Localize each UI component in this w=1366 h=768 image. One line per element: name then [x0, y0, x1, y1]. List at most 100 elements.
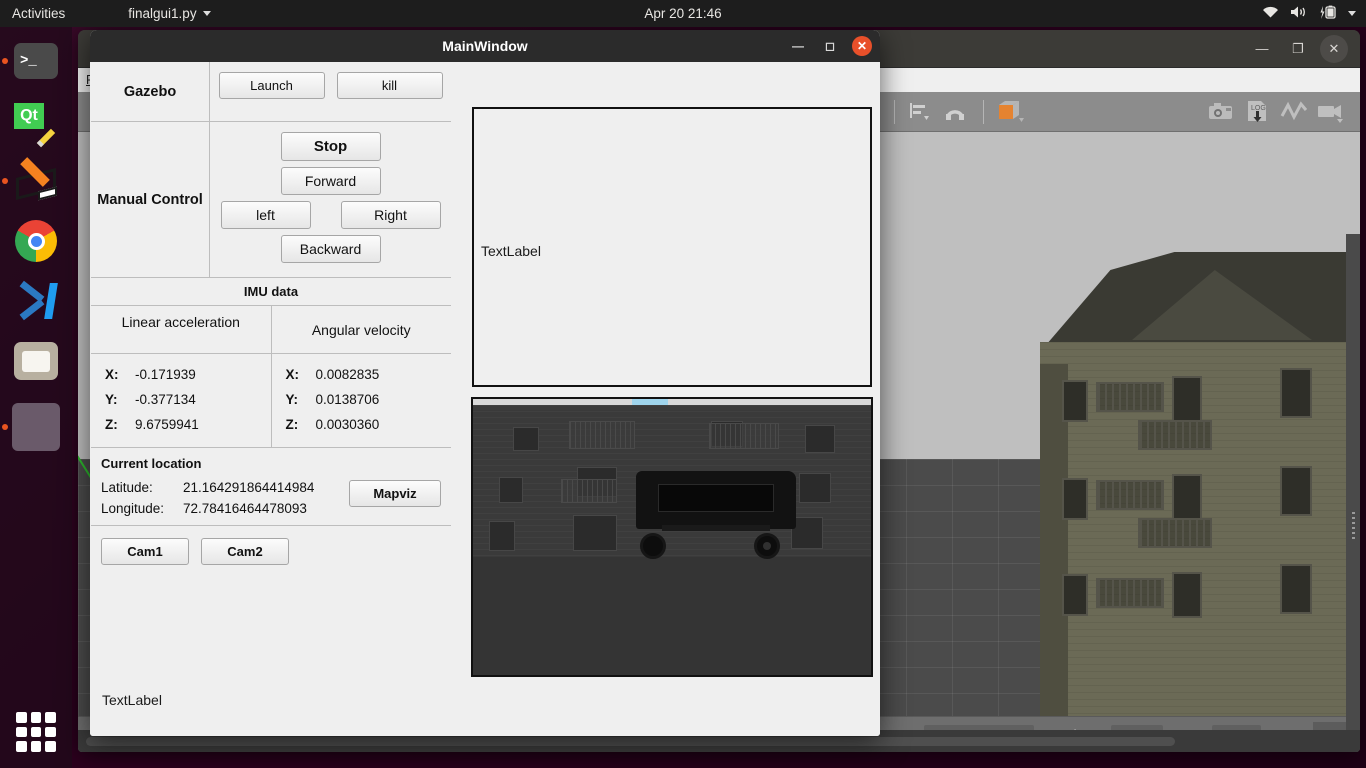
imu-angular-z-value: 0.0030360	[315, 417, 380, 432]
workspace-icon	[12, 403, 60, 451]
imu-angular-y-value: 0.0138706	[315, 392, 380, 407]
minimize-icon[interactable]: —	[788, 36, 808, 56]
system-topbar[interactable]: Activities finalgui1.py Apr 20 21:46	[0, 0, 1366, 27]
backward-button[interactable]: Backward	[280, 235, 381, 263]
imu-linear-z-axis: Z:	[105, 417, 118, 432]
launch-button[interactable]: Launch	[218, 72, 325, 99]
files-icon	[14, 342, 58, 380]
imu-angular-y-row: Y: 0.0138706	[272, 387, 452, 412]
mainwindow-titlebar[interactable]: MainWindow — ◻ ✕	[90, 30, 880, 62]
gazebo-restore-icon[interactable]: ❐	[1284, 35, 1312, 63]
video-record-icon[interactable]	[1315, 99, 1345, 125]
longitude-value: 72.78416464478093	[183, 501, 307, 516]
latitude-label: Latitude:	[101, 480, 153, 495]
close-icon[interactable]: ✕	[852, 36, 872, 56]
stop-button[interactable]: Stop	[280, 132, 381, 161]
dock-item-workspace[interactable]	[2, 403, 60, 451]
gazebo-minimize-icon[interactable]: —	[1248, 35, 1276, 63]
running-indicator	[2, 178, 8, 184]
terminal-icon: >_	[14, 43, 58, 79]
show-applications-icon[interactable]	[16, 712, 56, 752]
chrome-icon	[15, 220, 57, 262]
dock-item-files[interactable]	[12, 337, 60, 385]
left-button[interactable]: left	[220, 201, 311, 229]
imu-table: Linear acceleration X: -0.171939 Y: -0.3…	[91, 306, 451, 448]
imu-angular-x-axis: X:	[285, 367, 300, 382]
latitude-value: 21.164291864414984	[183, 480, 315, 495]
manual-control-group: Manual Control Stop Forward left Right B…	[91, 122, 451, 278]
dock-item-gazebo[interactable]	[2, 157, 60, 205]
mainwindow-body: Gazebo Launch kill Manual Control Stop F…	[90, 62, 880, 736]
control-column: Gazebo Launch kill Manual Control Stop F…	[91, 62, 451, 565]
imu-linear-y-value: -0.377134	[135, 392, 196, 407]
gazebo-close-icon[interactable]: ✕	[1320, 34, 1348, 63]
screenshot-camera-icon[interactable]	[1207, 99, 1237, 125]
active-app-menu[interactable]: finalgui1.py	[128, 6, 211, 21]
running-indicator	[2, 58, 8, 64]
camera-feed-ground	[473, 557, 871, 675]
dock-item-terminal[interactable]: >_	[2, 37, 60, 85]
scrollbar-thumb[interactable]	[86, 736, 1175, 746]
system-tray[interactable]	[1262, 5, 1356, 23]
camera-feed-panel[interactable]	[471, 397, 873, 677]
imu-linear-acceleration-column: Linear acceleration X: -0.171939 Y: -0.3…	[91, 306, 272, 447]
ubuntu-dock[interactable]: >_ Qt	[0, 27, 72, 768]
longitude-label: Longitude:	[101, 501, 165, 516]
imu-angular-header: Angular velocity	[271, 306, 451, 354]
imu-linear-z-value: 9.6759941	[135, 417, 199, 432]
wifi-icon[interactable]	[1262, 5, 1279, 22]
current-location-title: Current location	[101, 456, 202, 471]
toolbar-divider-2	[983, 99, 984, 124]
gazebo-group: Gazebo Launch kill	[91, 62, 451, 122]
volume-icon[interactable]	[1290, 5, 1308, 22]
imu-linear-header: Linear acceleration	[91, 306, 271, 354]
battery-charging-icon[interactable]	[1319, 5, 1337, 23]
imu-linear-x-row: X: -0.171939	[91, 362, 271, 387]
forward-button[interactable]: Forward	[280, 167, 381, 195]
dock-item-qtcreator[interactable]: Qt	[12, 97, 60, 148]
gazebo-resize-handle[interactable]	[1346, 234, 1360, 752]
snap-icon[interactable]	[942, 99, 972, 125]
display-panel-label: TextLabel	[481, 243, 541, 259]
building-model[interactable]	[1040, 252, 1360, 716]
activities-button[interactable]: Activities	[12, 6, 65, 21]
imu-angular-y-axis: Y:	[285, 392, 299, 407]
dock-item-vscode[interactable]	[12, 277, 60, 325]
screen: — ❐ ✕ F	[0, 0, 1366, 768]
imu-angular-velocity-column: Angular velocity X: 0.0082835 Y: 0.01387…	[271, 306, 452, 447]
tray-chevron-down-icon[interactable]	[1348, 11, 1356, 16]
imu-angular-x-value: 0.0082835	[315, 367, 380, 382]
manual-control-buttons: Stop Forward left Right Backward	[210, 122, 451, 277]
gazebo-group-label: Gazebo	[91, 62, 210, 121]
svg-text:LOG: LOG	[1251, 105, 1266, 112]
imu-title: IMU data	[91, 278, 451, 306]
align-icon[interactable]	[906, 99, 936, 125]
manual-control-group-label: Manual Control	[91, 122, 210, 277]
imu-angular-z-axis: Z:	[285, 417, 299, 432]
current-location-section: Current location Latitude: 21.1642918644…	[91, 448, 451, 526]
imu-linear-x-value: -0.171939	[135, 367, 196, 382]
toolbar-divider	[894, 99, 895, 124]
kill-button[interactable]: kill	[336, 72, 443, 99]
right-button[interactable]: Right	[340, 201, 441, 229]
cam2-button[interactable]: Cam2	[201, 538, 289, 565]
camera-feed-vehicle	[636, 471, 796, 559]
log-record-icon[interactable]: LOG	[1243, 99, 1273, 125]
imu-linear-y-row: Y: -0.377134	[91, 387, 271, 412]
imu-linear-z-row: Z: 9.6759941	[91, 412, 271, 437]
box-shape-icon[interactable]	[995, 99, 1025, 125]
running-indicator	[2, 424, 8, 430]
cam1-button[interactable]: Cam1	[101, 538, 189, 565]
gazebo-group-buttons: Launch kill	[210, 62, 451, 121]
status-label: TextLabel	[102, 692, 162, 708]
gazebo-icon	[13, 157, 59, 201]
chevron-down-icon[interactable]	[202, 11, 211, 16]
mapviz-button[interactable]: Mapviz	[349, 480, 441, 507]
camera-buttons: Cam1 Cam2	[91, 526, 451, 565]
gazebo-toolbar-right[interactable]: LOG	[1204, 99, 1348, 125]
mainwindow-dialog[interactable]: MainWindow — ◻ ✕ Gazebo Launch kill Manu…	[90, 30, 880, 736]
display-panel[interactable]: TextLabel	[472, 107, 872, 387]
dock-item-chrome[interactable]	[12, 217, 60, 265]
plot-icon[interactable]	[1279, 99, 1309, 125]
maximize-icon[interactable]: ◻	[820, 36, 840, 56]
